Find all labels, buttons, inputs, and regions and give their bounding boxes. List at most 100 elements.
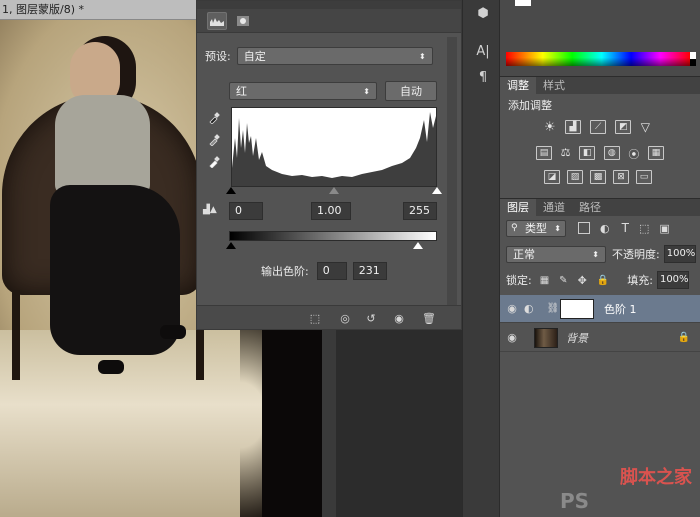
layer-mask-thumbnail[interactable] — [560, 298, 594, 319]
exposure-icon[interactable]: ◩ — [615, 120, 632, 134]
eyedropper-tools — [207, 111, 221, 169]
clipping-warning-icon[interactable]: ▟▲ — [203, 205, 217, 215]
output-white-field[interactable]: 231 — [352, 262, 387, 280]
invert-icon[interactable]: ◪ — [544, 170, 560, 184]
fill-field[interactable]: 100% — [656, 271, 689, 289]
layer-filter-row: ⚲ 类型 ⬍ ◐ T ⬚ ▣ — [500, 218, 700, 238]
updown-icon: ⬍ — [419, 51, 426, 61]
hue-saturation-icon[interactable]: ▤ — [536, 146, 552, 160]
blend-mode-dropdown[interactable]: 正常 ⬍ — [506, 245, 606, 263]
eyedropper-black-icon[interactable] — [207, 111, 221, 125]
adjust-row-2: ▤ ⚖ ◧ ◍ ⦿ ▦ — [536, 146, 664, 162]
levels-icon[interactable]: ▟ — [564, 120, 581, 134]
channel-value: 红 — [236, 85, 247, 98]
tab-paths[interactable]: 路径 — [572, 199, 608, 216]
filter-smart-icon[interactable]: ▣ — [659, 222, 669, 235]
properties-header[interactable] — [197, 1, 461, 9]
filter-pixel-icon[interactable] — [578, 222, 590, 234]
layer-thumbnail — [534, 327, 558, 348]
paragraph-icon[interactable]: ¶ — [473, 68, 493, 86]
lock-position-icon[interactable]: ✥ — [578, 274, 587, 287]
layer-row[interactable]: ◉ 背景 🔒 — [500, 324, 700, 352]
fill-label: 填充: — [627, 274, 653, 287]
layer-name[interactable]: 色阶 1 — [604, 301, 637, 317]
photo-filter-icon[interactable]: ◍ — [603, 146, 620, 160]
photo-figure-shirt — [55, 95, 150, 195]
tab-styles[interactable]: 样式 — [536, 77, 572, 94]
preset-dropdown[interactable]: 自定 ⬍ — [236, 47, 433, 65]
black-white-ramp[interactable] — [690, 52, 696, 66]
photo-shoe — [98, 360, 124, 374]
output-black-field[interactable]: 0 — [316, 262, 347, 280]
brightness-icon[interactable]: ☀ — [544, 120, 556, 135]
input-gamma-slider[interactable] — [329, 187, 339, 194]
workspace-empty-area — [322, 330, 462, 517]
watermark-text: 脚本之家 — [620, 467, 692, 488]
lock-all-icon[interactable]: 🔒 — [597, 275, 609, 286]
document-tab[interactable]: 1, 图层蒙版/8) * — [0, 0, 196, 20]
preset-value: 自定 — [243, 50, 266, 63]
auto-button[interactable]: 自动 — [385, 81, 437, 101]
mask-icon[interactable] — [233, 12, 253, 30]
filter-type-value: 类型 — [524, 222, 547, 235]
filter-shape-icon[interactable]: ⬚ — [639, 222, 649, 235]
filter-type-icon[interactable]: T — [622, 221, 629, 235]
eyedropper-gray-icon[interactable] — [207, 133, 221, 147]
lock-image-icon[interactable]: ✎ — [559, 275, 567, 286]
blend-row: 正常 ⬍ 不透明度: 100% — [500, 244, 700, 264]
adjust-row-3: ◪ ▨ ▩ ⊠ ▭ — [544, 170, 652, 184]
lock-icon: 🔒 — [677, 332, 690, 343]
input-white-slider[interactable] — [432, 187, 442, 194]
layer-filter-dropdown[interactable]: ⚲ 类型 ⬍ — [506, 219, 566, 237]
properties-scrollbar[interactable] — [447, 37, 457, 305]
character-icon[interactable]: A| — [473, 42, 493, 60]
opacity-field[interactable]: 100% — [663, 245, 696, 263]
workspace-divider — [322, 330, 336, 517]
layer-row[interactable]: ◉ ◐ ⛓ 色阶 1 — [500, 295, 700, 323]
site-watermark: 脚本之家 PS — [560, 463, 692, 513]
color-lookup-icon[interactable]: ▦ — [648, 146, 664, 160]
threshold-icon[interactable]: ▩ — [590, 170, 606, 184]
eyedropper-white-icon[interactable] — [207, 155, 221, 169]
input-white-field[interactable]: 255 — [403, 202, 437, 220]
view-previous-icon[interactable]: ◎ — [337, 310, 353, 326]
properties-footer: ⬚ ◎ ↺ ◉ 🗑 — [197, 305, 461, 329]
output-levels-label: 输出色阶: — [261, 265, 309, 278]
tab-channels[interactable]: 通道 — [536, 199, 572, 216]
selective-color-icon[interactable]: ⊠ — [613, 170, 629, 184]
tab-adjustments[interactable]: 调整 — [500, 77, 536, 94]
reset-icon[interactable]: ↺ — [363, 310, 379, 326]
layers-tabbar: 图层 通道 路径 — [500, 198, 700, 216]
black-white-icon[interactable]: ◧ — [579, 146, 596, 160]
gradient-map-icon[interactable]: ▭ — [636, 170, 652, 184]
levels-adjust-icon[interactable] — [207, 11, 227, 30]
output-white-slider[interactable] — [413, 242, 423, 249]
input-black-field[interactable]: 0 — [229, 202, 263, 220]
add-adjustment-label: 添加调整 — [508, 99, 552, 112]
tab-layers[interactable]: 图层 — [500, 199, 536, 216]
posterize-icon[interactable]: ▨ — [567, 170, 583, 184]
properties-mode-tabs — [197, 9, 461, 33]
clip-to-layer-icon[interactable]: ⬚ — [307, 310, 323, 326]
visibility-icon[interactable]: ◉ — [391, 310, 407, 326]
cube-3d-icon[interactable]: ⬢ — [473, 4, 493, 22]
output-black-slider[interactable] — [226, 242, 236, 249]
input-black-slider[interactable] — [226, 187, 236, 194]
channel-dropdown[interactable]: 红 ⬍ — [229, 82, 377, 100]
vibrance-icon[interactable]: ▽ — [641, 120, 650, 135]
opacity-label: 不透明度: — [612, 248, 660, 261]
eye-icon[interactable]: ◉ — [500, 331, 524, 344]
channel-mixer-icon[interactable]: ⦿ — [628, 146, 639, 162]
search-icon: ⚲ — [511, 223, 518, 233]
lock-transparent-icon[interactable]: ▦ — [540, 275, 549, 286]
filter-adjustment-icon[interactable]: ◐ — [600, 222, 610, 235]
chain-link-icon[interactable]: ⛓ — [546, 303, 560, 314]
updown-icon: ⬍ — [554, 223, 561, 233]
input-gamma-field[interactable]: 1.00 — [311, 202, 351, 220]
layer-name[interactable]: 背景 — [566, 330, 588, 346]
color-balance-icon[interactable]: ⚖ — [561, 146, 571, 162]
delete-icon[interactable]: 🗑 — [421, 310, 437, 326]
eye-icon[interactable]: ◉ — [500, 302, 524, 315]
foreground-swatch[interactable] — [515, 0, 531, 6]
curves-icon[interactable]: ⟋ — [590, 120, 607, 134]
